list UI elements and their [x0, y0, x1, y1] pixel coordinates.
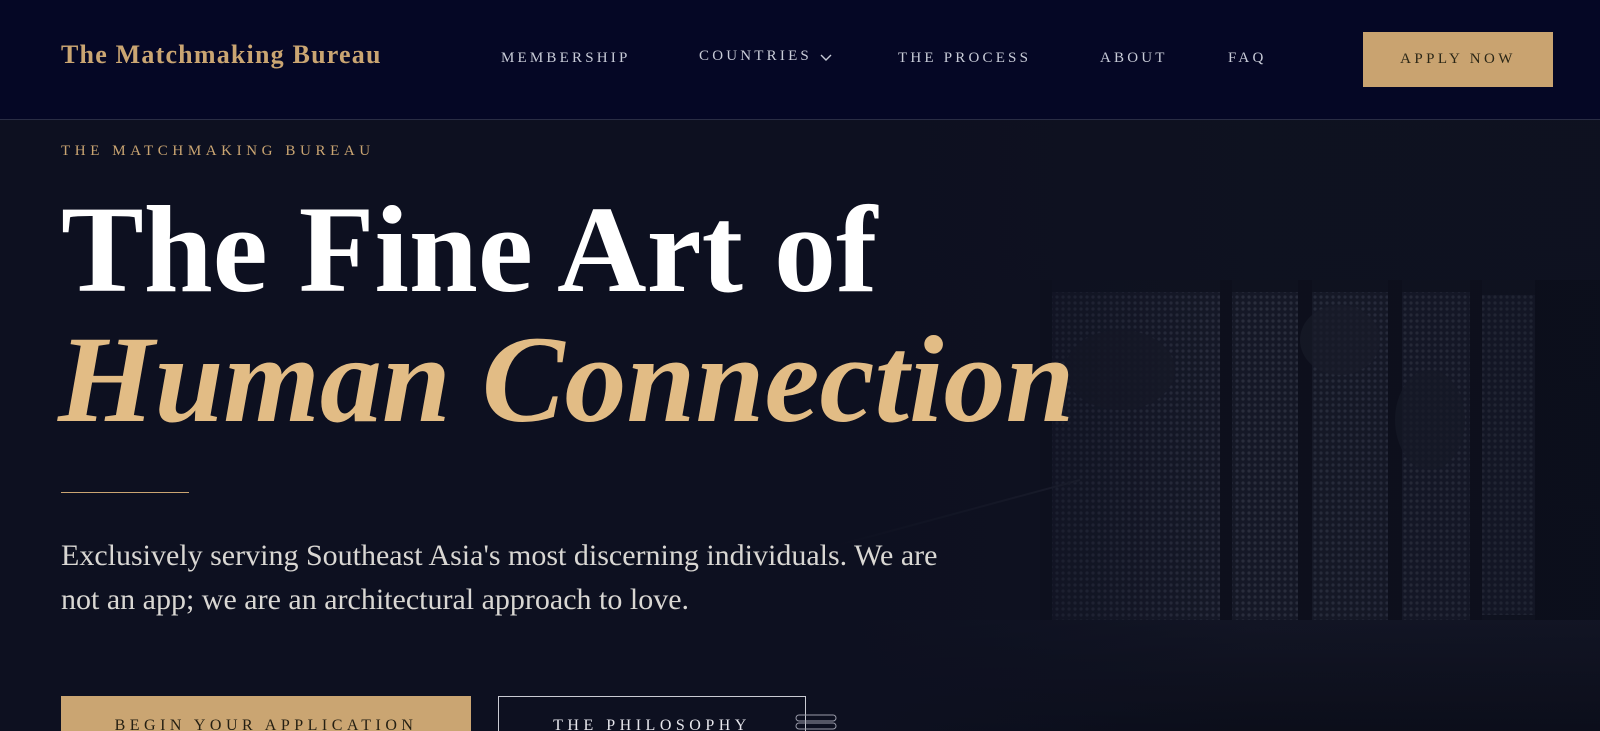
site-header: The Matchmaking Bureau MEMBERSHIP COUNTR…: [0, 0, 1600, 120]
philosophy-button[interactable]: THE PHILOSOPHY: [498, 696, 806, 731]
hero-divider: [61, 492, 189, 493]
chevron-down-icon: [820, 54, 832, 61]
hero-lead-text: Exclusively serving Southeast Asia's mos…: [61, 539, 938, 616]
hero-title-line-2: Human Connection: [58, 311, 1075, 448]
site-logo[interactable]: The Matchmaking Bureau: [61, 40, 382, 70]
scroll-indicator-icon[interactable]: [795, 714, 837, 730]
nav-countries[interactable]: COUNTRIES: [699, 48, 832, 65]
apply-now-button[interactable]: APPLY NOW: [1363, 32, 1553, 87]
nav-membership[interactable]: MEMBERSHIP: [501, 50, 631, 67]
hero-section: THE MATCHMAKING BUREAU The Fine Art of H…: [0, 120, 1600, 731]
nav-countries-label: COUNTRIES: [699, 48, 812, 64]
nav-about[interactable]: ABOUT: [1100, 50, 1168, 67]
nav-faq[interactable]: FAQ: [1228, 50, 1267, 67]
hero-eyebrow: THE MATCHMAKING BUREAU: [61, 143, 375, 159]
nav-the-process[interactable]: THE PROCESS: [898, 50, 1031, 67]
hero-title-line-1: The Fine Art of: [61, 181, 878, 318]
begin-application-button[interactable]: BEGIN YOUR APPLICATION: [61, 696, 471, 731]
